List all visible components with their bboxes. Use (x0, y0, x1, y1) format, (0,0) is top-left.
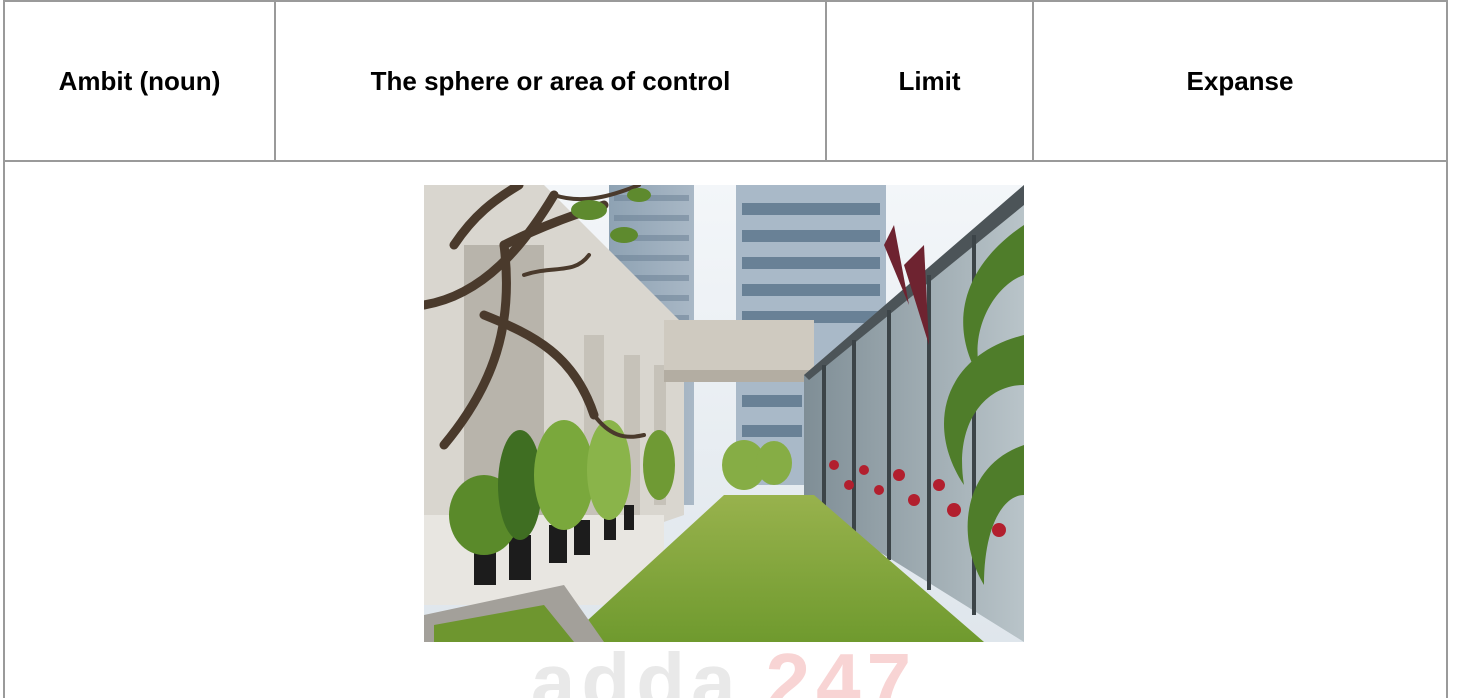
watermark-text: adda (530, 637, 742, 698)
rooftop-garden-photo (424, 185, 1024, 642)
antonym-cell: Expanse (1032, 0, 1448, 162)
watermark: adda 247 (424, 642, 1024, 698)
meaning-cell: The sphere or area of control (274, 0, 827, 162)
table-row: Ambit (noun) The sphere or area of contr… (3, 0, 1448, 162)
image-cell: adda 247 (3, 160, 1448, 698)
table-row: adda 247 (3, 160, 1448, 698)
vocabulary-table: Ambit (noun) The sphere or area of contr… (3, 0, 1448, 698)
word-cell: Ambit (noun) (3, 0, 276, 162)
watermark-number: 247 (765, 637, 918, 698)
synonym-cell: Limit (825, 0, 1034, 162)
